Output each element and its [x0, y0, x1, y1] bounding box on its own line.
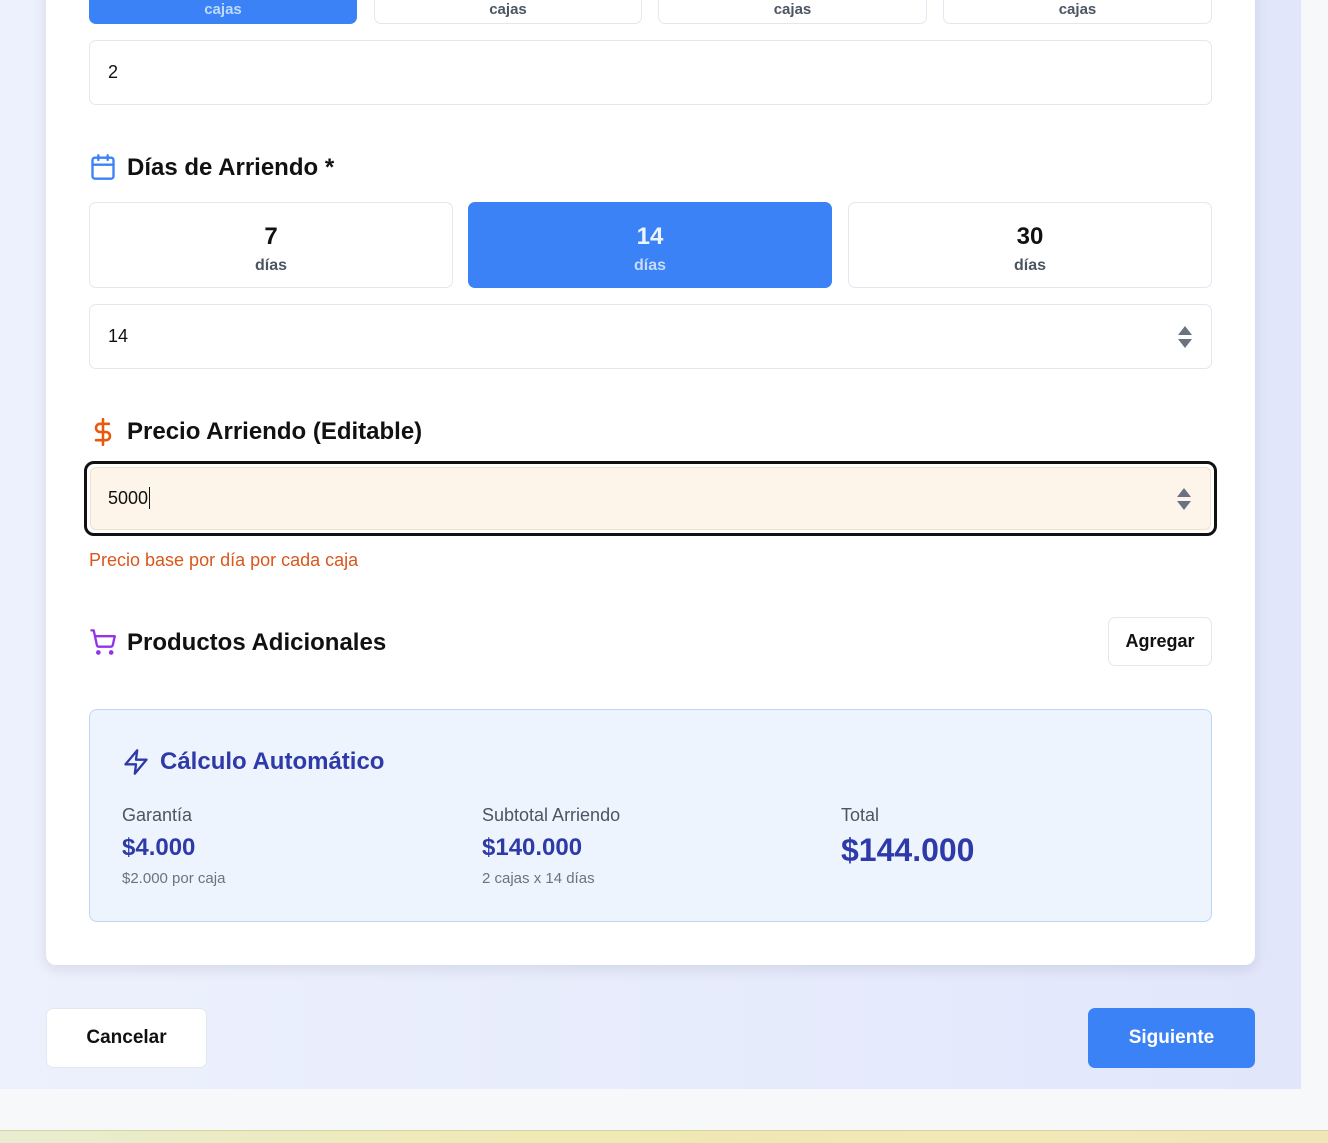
- dollar-icon: [94, 418, 112, 446]
- days-option-14[interactable]: 14 días: [468, 202, 832, 288]
- calendar-icon: [91, 154, 115, 180]
- number-stepper[interactable]: [1177, 325, 1193, 349]
- box-option-unit: cajas: [1058, 1, 1097, 18]
- guarantee-value: $4.000: [122, 834, 196, 861]
- days-input-value: 14: [108, 326, 129, 346]
- box-option-unit: cajas: [489, 1, 527, 18]
- lightning-icon: [124, 749, 148, 775]
- subtotal-note: 2 cajas x 14 días: [482, 870, 595, 887]
- box-option-3[interactable]: cajas: [658, 0, 927, 24]
- stepper-up-icon[interactable]: [1177, 488, 1191, 497]
- box-option-unit: cajas: [773, 1, 812, 18]
- box-option-4[interactable]: cajas: [943, 0, 1212, 24]
- total-summary: Total $144.000: [841, 805, 974, 869]
- subtotal-value: $140.000: [482, 834, 583, 861]
- stepper-up-icon[interactable]: [1178, 326, 1192, 335]
- number-stepper[interactable]: [1176, 487, 1192, 511]
- days-option-7[interactable]: 7 días: [89, 202, 453, 288]
- guarantee-summary: Garantía $4.000 $2.000 por caja: [122, 805, 225, 887]
- days-option-value: 7: [264, 223, 278, 250]
- cart-icon: [90, 629, 116, 655]
- boxes-quantity-input[interactable]: 2: [89, 40, 1212, 105]
- days-section-title: Días de Arriendo *: [127, 154, 335, 181]
- price-input[interactable]: 5000: [90, 467, 1211, 530]
- days-option-unit: días: [254, 257, 287, 274]
- boxes-quantity-value: 2: [108, 62, 119, 82]
- total-label: Total: [841, 805, 880, 825]
- days-option-unit: días: [633, 257, 666, 274]
- guarantee-label: Garantía: [122, 805, 193, 825]
- box-option-1[interactable]: cajas: [89, 0, 357, 24]
- box-option-unit: cajas: [204, 1, 242, 18]
- days-option-value: 30: [1016, 223, 1044, 250]
- total-value: $144.000: [841, 832, 975, 868]
- stepper-down-icon[interactable]: [1177, 501, 1191, 510]
- price-input-focus-ring: 5000: [84, 461, 1217, 536]
- add-product-button[interactable]: Agregar: [1108, 617, 1212, 666]
- stepper-down-icon[interactable]: [1178, 339, 1192, 348]
- text-caret: [149, 486, 151, 509]
- calculation-title: Cálculo Automático: [160, 748, 385, 775]
- days-input[interactable]: 14: [89, 304, 1212, 369]
- subtotal-summary: Subtotal Arriendo $140.000 2 cajas x 14 …: [482, 805, 620, 887]
- next-button[interactable]: Siguiente: [1088, 1008, 1255, 1068]
- price-help-text: Precio base por día por cada caja: [89, 550, 359, 570]
- cancel-button[interactable]: Cancelar: [46, 1008, 207, 1068]
- calculation-panel: Cálculo Automático Garantía $4.000 $2.00…: [89, 709, 1212, 922]
- box-option-2[interactable]: cajas: [374, 0, 642, 24]
- products-section-title: Productos Adicionales: [127, 629, 387, 656]
- days-option-value: 14: [636, 223, 664, 250]
- guarantee-note: $2.000 por caja: [122, 870, 226, 887]
- price-input-value: 5000: [108, 488, 149, 508]
- days-option-30[interactable]: 30 días: [848, 202, 1212, 288]
- subtotal-label: Subtotal Arriendo: [482, 805, 621, 825]
- taskbar-strip: [0, 1130, 1328, 1143]
- price-section-title: Precio Arriendo (Editable): [127, 418, 423, 445]
- days-option-unit: días: [1013, 257, 1046, 274]
